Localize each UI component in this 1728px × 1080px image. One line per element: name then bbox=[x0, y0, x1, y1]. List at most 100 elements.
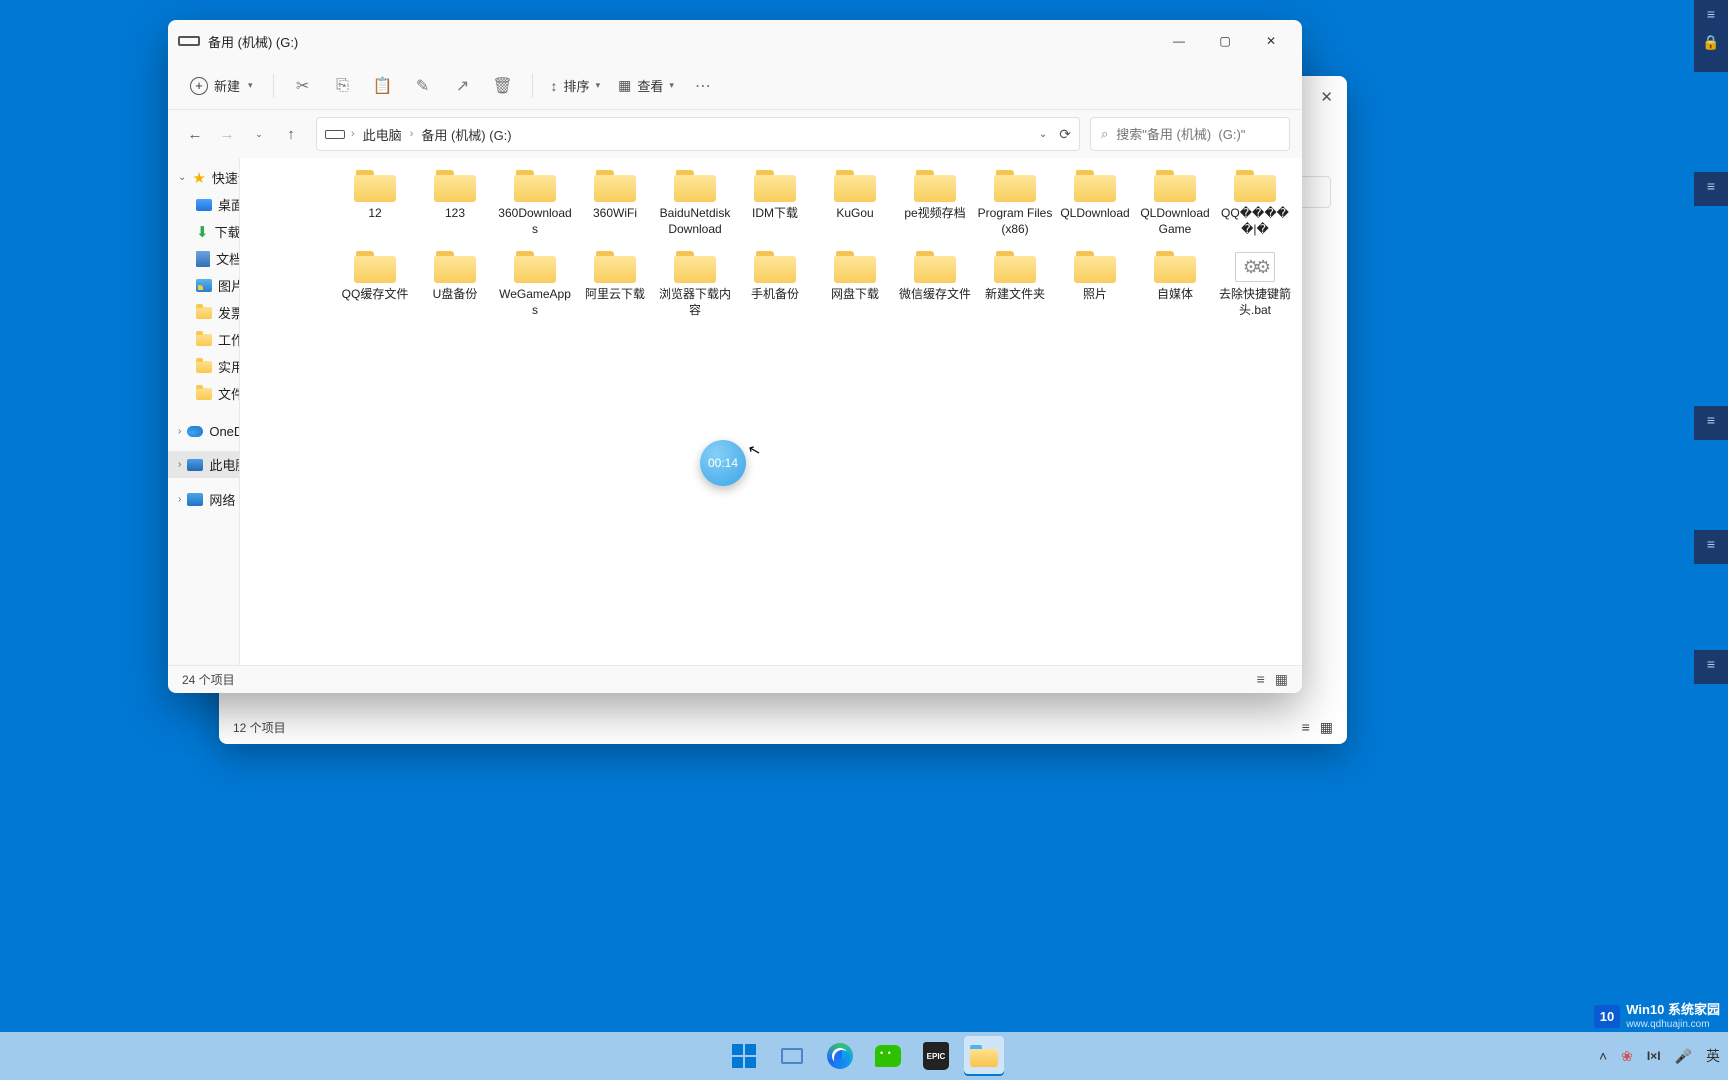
copy-button[interactable]: ⎘ bbox=[324, 68, 362, 104]
folder-icon bbox=[912, 168, 958, 204]
folder-icon bbox=[992, 168, 1038, 204]
rename-button[interactable]: ✎ bbox=[404, 68, 442, 104]
file-item[interactable]: QQ缓存文件 bbox=[336, 245, 414, 322]
sort-dropdown[interactable]: ↕ 排序 ▾ bbox=[543, 70, 609, 101]
download-icon: ⬇ bbox=[196, 224, 209, 240]
start-button[interactable] bbox=[724, 1036, 764, 1076]
item-count: 24 个项目 bbox=[182, 671, 235, 688]
task-view-button[interactable] bbox=[772, 1036, 812, 1076]
view-dropdown[interactable]: ▦ 查看 ▾ bbox=[610, 70, 682, 101]
sidebar-item-desktop[interactable]: 桌面📌 bbox=[168, 191, 239, 218]
file-list[interactable]: 12123360Downloads360WiFiBaiduNetdiskDown… bbox=[240, 158, 1302, 665]
delete-button[interactable]: 🗑 bbox=[484, 68, 522, 104]
minimize-button[interactable]: — bbox=[1156, 20, 1202, 62]
chevron-down-icon: ▾ bbox=[596, 80, 601, 91]
sidebar-quick-access[interactable]: ⌄ ★ 快速访问 bbox=[168, 164, 239, 191]
file-item[interactable]: 新建文件夹 bbox=[976, 245, 1054, 322]
sidebar-item-pictures[interactable]: 图片📌 bbox=[168, 272, 239, 299]
folder-icon bbox=[1232, 168, 1278, 204]
onedrive-icon bbox=[187, 426, 203, 437]
chevron-right-icon[interactable]: › bbox=[178, 426, 181, 437]
chevron-right-icon[interactable]: › bbox=[178, 459, 181, 470]
search-box[interactable]: ⌕ bbox=[1090, 117, 1290, 151]
recent-dropdown[interactable]: ⌄ bbox=[244, 119, 274, 149]
file-item[interactable]: 360Downloads bbox=[496, 164, 574, 241]
titlebar[interactable]: 备用 (机械) (G:) — ▢ ✕ bbox=[168, 20, 1302, 62]
file-item[interactable]: 手机备份 bbox=[736, 245, 814, 322]
chevron-down-icon[interactable]: ⌄ bbox=[178, 172, 186, 183]
sidebar-item-folder[interactable]: 实用工具 bbox=[168, 353, 239, 380]
close-icon[interactable]: ✕ bbox=[1320, 88, 1333, 106]
paste-button[interactable]: 📋 bbox=[364, 68, 402, 104]
file-item[interactable]: ⚙⚙去除快捷键箭头.bat bbox=[1216, 245, 1294, 322]
maximize-button[interactable]: ▢ bbox=[1202, 20, 1248, 62]
file-label: IDM下载 bbox=[737, 206, 813, 222]
file-item[interactable]: 阿里云下载 bbox=[576, 245, 654, 322]
file-item[interactable]: IDM下载 bbox=[736, 164, 814, 241]
large-icons-view-icon[interactable]: ▦ bbox=[1320, 719, 1333, 736]
cut-button[interactable]: ✂ bbox=[284, 68, 322, 104]
file-item[interactable]: KuGou bbox=[816, 164, 894, 241]
tray-chevron-icon[interactable]: ˄ bbox=[1599, 1048, 1607, 1064]
ime-indicator[interactable]: 英 bbox=[1706, 1046, 1720, 1066]
chevron-right-icon[interactable]: › bbox=[178, 494, 181, 505]
file-label: QQ�����|� bbox=[1217, 206, 1293, 237]
large-icons-view-button[interactable]: ▦ bbox=[1275, 671, 1288, 688]
breadcrumb-this-pc[interactable]: 此电脑 bbox=[361, 123, 404, 146]
sidebar-item-folder[interactable]: 工作总结及书面材料 bbox=[168, 326, 239, 353]
address-bar[interactable]: › 此电脑 › 备用 (机械) (G:) ⌄ ⟳ bbox=[316, 117, 1080, 151]
sidebar-onedrive[interactable]: ›OneDrive - Personal bbox=[168, 419, 239, 443]
star-icon: ★ bbox=[192, 170, 205, 186]
file-item[interactable]: 123 bbox=[416, 164, 494, 241]
recording-timer[interactable]: 00:14 bbox=[700, 440, 746, 486]
chevron-down-icon: ▾ bbox=[248, 80, 253, 91]
edge-button[interactable] bbox=[820, 1036, 860, 1076]
folder-icon bbox=[432, 168, 478, 204]
epic-button[interactable]: EPIC bbox=[916, 1036, 956, 1076]
file-item[interactable]: 360WiFi bbox=[576, 164, 654, 241]
file-item[interactable]: 微信缓存文件 bbox=[896, 245, 974, 322]
folder-icon bbox=[432, 249, 478, 285]
file-label: 手机备份 bbox=[737, 287, 813, 303]
folder-icon bbox=[352, 168, 398, 204]
file-item[interactable]: BaiduNetdiskDownload bbox=[656, 164, 734, 241]
sidebar-this-pc[interactable]: ›此电脑 bbox=[168, 451, 239, 478]
sidebar-item-folder[interactable]: 发票 bbox=[168, 299, 239, 326]
close-button[interactable]: ✕ bbox=[1248, 20, 1294, 62]
file-item[interactable]: 12 bbox=[336, 164, 414, 241]
back-button[interactable]: ← bbox=[180, 119, 210, 149]
new-button[interactable]: + 新建 ▾ bbox=[180, 70, 263, 101]
tray-app-icon[interactable]: I×I bbox=[1647, 1049, 1661, 1063]
file-item[interactable]: 照片 bbox=[1056, 245, 1134, 322]
file-item[interactable]: QQ�����|� bbox=[1216, 164, 1294, 241]
sidebar-network[interactable]: ›网络 bbox=[168, 486, 239, 513]
file-label: 123 bbox=[417, 206, 493, 222]
refresh-button[interactable]: ⟳ bbox=[1059, 126, 1071, 143]
sidebar-item-folder[interactable]: 文件 bbox=[168, 380, 239, 407]
sidebar-item-downloads[interactable]: ⬇下载📌 bbox=[168, 218, 239, 245]
explorer-button[interactable] bbox=[964, 1036, 1004, 1076]
up-button[interactable]: ↑ bbox=[276, 119, 306, 149]
wechat-button[interactable] bbox=[868, 1036, 908, 1076]
file-item[interactable]: U盘备份 bbox=[416, 245, 494, 322]
tray-app-icon[interactable]: ❀ bbox=[1621, 1048, 1633, 1065]
mic-icon[interactable]: 🎤 bbox=[1675, 1048, 1692, 1065]
details-view-icon[interactable]: ≡ bbox=[1302, 719, 1310, 736]
file-item[interactable]: Program Files (x86) bbox=[976, 164, 1054, 241]
batch-file-icon: ⚙⚙ bbox=[1235, 252, 1275, 282]
search-input[interactable] bbox=[1116, 127, 1292, 142]
file-item[interactable]: pe视频存档 bbox=[896, 164, 974, 241]
breadcrumb-drive[interactable]: 备用 (机械) (G:) bbox=[419, 123, 513, 146]
file-item[interactable]: QLDownload bbox=[1056, 164, 1134, 241]
address-dropdown-icon[interactable]: ⌄ bbox=[1039, 129, 1047, 140]
file-item[interactable]: QLDownloadGame bbox=[1136, 164, 1214, 241]
file-item[interactable]: WeGameApps bbox=[496, 245, 574, 322]
file-item[interactable]: 网盘下载 bbox=[816, 245, 894, 322]
sidebar-item-documents[interactable]: 文档📌 bbox=[168, 245, 239, 272]
file-item[interactable]: 浏览器下载内容 bbox=[656, 245, 734, 322]
file-item[interactable]: 自媒体 bbox=[1136, 245, 1214, 322]
details-view-button[interactable]: ≡ bbox=[1257, 671, 1265, 688]
more-button[interactable]: ⋯ bbox=[684, 68, 722, 104]
share-button[interactable]: ↗ bbox=[444, 68, 482, 104]
forward-button[interactable]: → bbox=[212, 119, 242, 149]
